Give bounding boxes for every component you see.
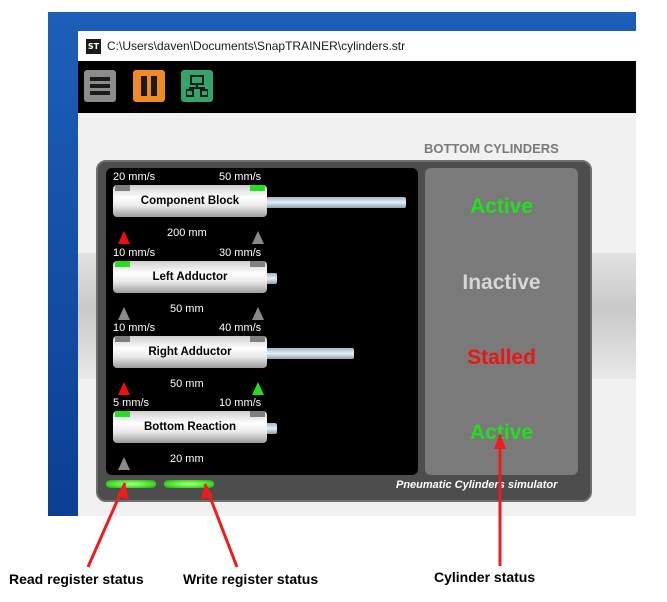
cylinder-status: Stalled [467,346,536,369]
simulator-label: Pneumatic Cylinders simulator [396,479,558,491]
cylinder-row: 10 mm/s 40 mm/s Right Adductor 50 mm [106,322,418,398]
hamburger-menu-icon [90,77,110,95]
cylinder-barrel: Component Block [113,185,267,217]
retract-lamp [115,336,130,342]
retract-sensor-icon [118,382,130,395]
cylinder-status-annotation: Cylinder status [434,569,536,585]
extend-lamp [250,261,265,267]
workspace: BOTTOM CYLINDERS 20 mm/s 50 mm/s Compone… [78,113,636,516]
cylinder-status-panel: Active Inactive Stalled Active [425,168,578,475]
cylinder-name: Left Adductor [152,271,228,283]
cylinder-name: Component Block [140,195,240,207]
app-window: ST C:\Users\daven\Documents\SnapTRAINER\… [78,31,636,516]
cylinder-position: 50 mm [170,378,204,390]
cylinder-status: Active [469,421,534,444]
read-register-annotation: Read register status [9,571,144,587]
title-bar[interactable]: ST C:\Users\daven\Documents\SnapTRAINER\… [78,31,636,62]
cylinder-position: 200 mm [167,227,207,239]
pause-icon [141,76,157,96]
retract-speed: 10 mm/s [113,322,156,334]
extend-lamp [250,336,265,342]
read-register-led [106,480,156,488]
retract-lamp [115,185,130,191]
cylinder-display: 20 mm/s 50 mm/s Component Block 200 mm 1… [106,168,418,475]
cylinder-barrel: Right Adductor [113,336,267,368]
write-register-annotation: Write register status [183,571,319,587]
write-register-led [164,480,214,488]
cylinder-status: Inactive [462,271,541,294]
extend-speed: 10 mm/s [219,397,262,409]
app-logo-icon: ST [86,39,101,54]
extend-sensor-icon [252,382,264,395]
piston-rod [267,348,354,359]
cylinder-barrel: Bottom Reaction [113,411,267,443]
cylinder-status: Active [469,195,534,218]
retract-speed: 20 mm/s [113,171,156,183]
cylinder-position: 20 mm [170,453,204,465]
toolbar [78,61,636,113]
retract-speed: 10 mm/s [113,247,156,259]
extend-speed: 50 mm/s [219,171,262,183]
cylinder-barrel: Left Adductor [113,261,267,293]
pause-button[interactable] [133,70,165,102]
piston-rod [267,197,406,208]
extend-speed: 40 mm/s [219,322,262,334]
cylinder-name: Bottom Reaction [144,421,236,433]
retract-speed: 5 mm/s [113,397,150,409]
piston-rod [267,423,277,434]
cylinders-module: 20 mm/s 50 mm/s Component Block 200 mm 1… [96,160,592,502]
cylinder-name: Right Adductor [148,346,232,358]
cylinder-position: 50 mm [170,303,204,315]
cylinder-row: 20 mm/s 50 mm/s Component Block 200 mm [106,171,418,247]
desktop-background: ST C:\Users\daven\Documents\SnapTRAINER\… [48,12,636,516]
extend-sensor-icon [252,307,264,320]
extend-lamp [250,411,265,417]
retract-lamp [115,411,130,417]
cylinder-row: 10 mm/s 30 mm/s Left Adductor 50 mm [106,247,418,323]
extend-speed: 30 mm/s [219,247,262,259]
retract-sensor-icon [118,231,130,244]
extend-lamp [250,185,265,191]
network-button[interactable] [181,70,213,102]
piston-rod [267,273,277,284]
retract-sensor-icon [118,307,130,320]
menu-button[interactable] [84,70,116,102]
cylinder-row: 5 mm/s 10 mm/s Bottom Reaction 20 mm [106,397,418,473]
window-title: C:\Users\daven\Documents\SnapTRAINER\cyl… [107,39,406,53]
retract-lamp [115,261,130,267]
section-title: BOTTOM CYLINDERS [424,141,559,156]
retract-sensor-icon [118,457,130,470]
network-icon [186,75,208,97]
extend-sensor-icon [252,231,264,244]
